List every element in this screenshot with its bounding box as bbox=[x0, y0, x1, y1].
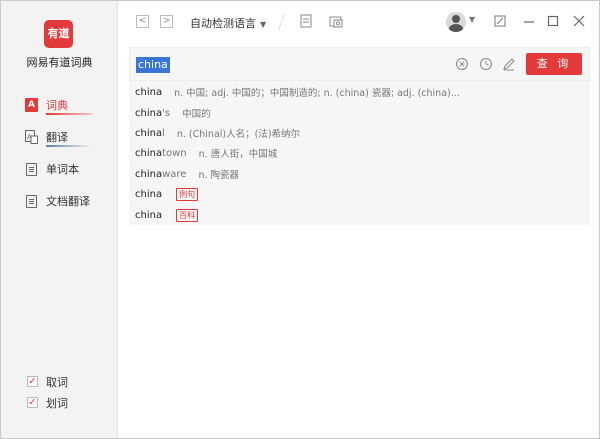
suggestion-definition: n. (Chinal)人名；(法)希纳尔 bbox=[176, 129, 301, 140]
sidebar-item-label: 翻译 bbox=[46, 131, 68, 144]
chevron-down-icon[interactable]: ▼ bbox=[469, 15, 475, 24]
sidebar-item-wordbook[interactable]: 单词本 bbox=[1, 153, 118, 185]
wordbook-icon bbox=[25, 162, 38, 176]
document-icon bbox=[25, 194, 38, 208]
dictionary-icon: A bbox=[25, 98, 38, 112]
list-item[interactable]: chinaware n. 陶瓷器 bbox=[135, 164, 239, 184]
option-capture-word[interactable]: ✓ 取词 bbox=[27, 371, 68, 392]
language-label: 自动检测语言 bbox=[190, 17, 256, 30]
mini-mode-icon[interactable] bbox=[493, 14, 507, 28]
sidebar-item-label: 单词本 bbox=[46, 163, 79, 176]
app-window: 有道 网易有道词典 A 词典 A 翻译 单词本 文档翻译 ✓ 取词 ✓ 划词 <… bbox=[0, 0, 600, 439]
suggestion-word: chinal bbox=[135, 127, 165, 139]
minimize-icon[interactable] bbox=[522, 14, 536, 28]
suggestion-word: chinaware bbox=[135, 168, 187, 180]
option-select-word[interactable]: ✓ 划词 bbox=[27, 392, 68, 413]
suggestion-word: china bbox=[135, 86, 163, 98]
capture-word-checkbox[interactable]: ✓ bbox=[27, 376, 38, 387]
list-item[interactable]: china's 中国的 bbox=[135, 103, 211, 123]
example-sentence-badge: 例句 bbox=[176, 187, 199, 201]
suggestion-list: china n. 中国; adj. 中国的；中国制造的; n. (china) … bbox=[129, 81, 590, 225]
clear-icon[interactable] bbox=[455, 57, 469, 71]
suggestion-definition: n. 唐人街，中国城 bbox=[198, 149, 278, 160]
suggestion-word: chinatown bbox=[135, 147, 187, 159]
screenshot-icon[interactable] bbox=[328, 13, 344, 29]
sidebar-item-label: 文档翻译 bbox=[46, 195, 90, 208]
language-select[interactable]: 自动检测语言 ▼ bbox=[190, 15, 266, 31]
list-item[interactable]: china n. 中国; adj. 中国的；中国制造的; n. (china) … bbox=[135, 82, 460, 102]
user-avatar[interactable] bbox=[446, 12, 466, 32]
suggestion-word: china's bbox=[135, 107, 171, 119]
chevron-down-icon: ▼ bbox=[260, 20, 267, 29]
select-word-checkbox[interactable]: ✓ bbox=[27, 397, 38, 408]
list-item[interactable]: china 例句 bbox=[135, 184, 199, 204]
query-button[interactable]: 查 询 bbox=[526, 53, 582, 75]
sidebar: 有道 网易有道词典 A 词典 A 翻译 单词本 文档翻译 ✓ 取词 ✓ 划词 bbox=[1, 1, 118, 438]
list-item[interactable]: china 百科 bbox=[135, 205, 199, 225]
app-name: 网易有道词典 bbox=[26, 56, 93, 69]
topbar: < > 自动检测语言 ▼ ▼ bbox=[118, 1, 599, 43]
sidebar-nav: A 词典 A 翻译 单词本 文档翻译 bbox=[1, 89, 118, 217]
toolbar-divider bbox=[277, 13, 286, 31]
option-label: 取词 bbox=[46, 375, 68, 389]
encyclopedia-badge: 百科 bbox=[176, 208, 199, 222]
forward-button[interactable]: > bbox=[160, 15, 173, 28]
list-item[interactable]: chinal n. (Chinal)人名；(法)希纳尔 bbox=[135, 123, 300, 143]
search-bar: china 查 询 bbox=[129, 47, 590, 81]
sidebar-item-dictionary[interactable]: A 词典 bbox=[1, 89, 118, 121]
handwriting-icon[interactable] bbox=[502, 57, 516, 71]
back-button[interactable]: < bbox=[136, 15, 149, 28]
notebook-icon[interactable] bbox=[298, 13, 314, 29]
sidebar-item-document-translate[interactable]: 文档翻译 bbox=[1, 185, 118, 217]
suggestion-word: china bbox=[135, 188, 163, 200]
maximize-icon[interactable] bbox=[546, 14, 560, 28]
close-icon[interactable] bbox=[572, 14, 586, 28]
capture-options: ✓ 取词 ✓ 划词 bbox=[27, 371, 68, 413]
option-label: 划词 bbox=[46, 396, 68, 410]
search-input[interactable]: china bbox=[136, 57, 170, 73]
sidebar-item-translate[interactable]: A 翻译 bbox=[1, 121, 118, 153]
list-item[interactable]: chinatown n. 唐人街，中国城 bbox=[135, 143, 277, 163]
suggestion-definition: 中国的 bbox=[182, 109, 211, 120]
suggestion-word: china bbox=[135, 209, 163, 221]
translate-icon: A bbox=[25, 130, 38, 144]
history-icon[interactable] bbox=[479, 57, 493, 71]
app-logo: 有道 bbox=[44, 20, 73, 48]
sidebar-item-label: 词典 bbox=[46, 99, 68, 112]
suggestion-definition: n. 陶瓷器 bbox=[198, 170, 240, 181]
suggestion-definition: n. 中国; adj. 中国的；中国制造的; n. (china) 瓷器; ad… bbox=[174, 88, 460, 99]
